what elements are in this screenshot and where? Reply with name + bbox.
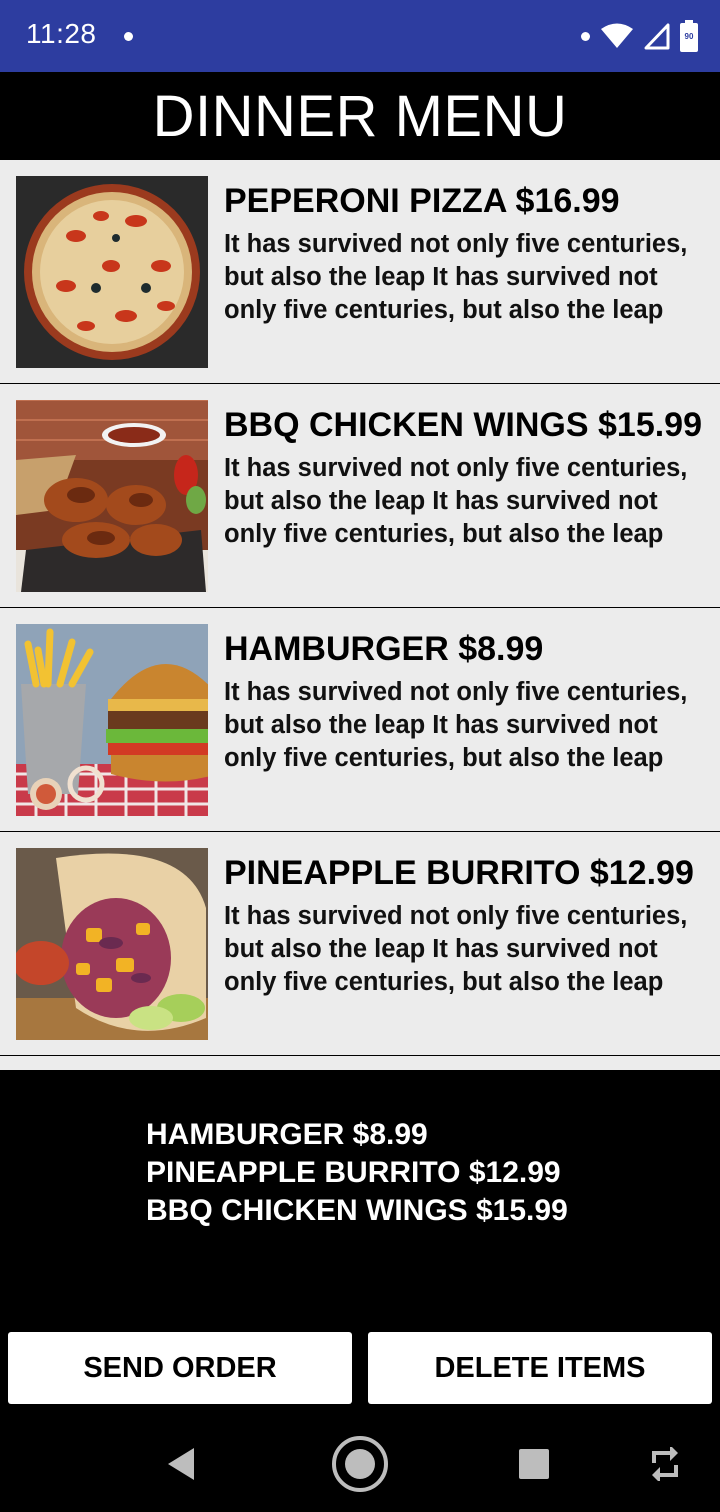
battery-icon: 90 [680,20,698,52]
menu-item-title: PINEAPPLE BURRITO $12.99 [224,854,694,892]
menu-item-description: It has survived not only five centuries,… [224,454,688,548]
delete-items-button[interactable]: DELETE ITEMS [368,1332,712,1404]
menu-list[interactable]: PEPERONI PIZZA $16.99 It has survived no… [0,160,720,1070]
menu-item-description: It has survived not only five centuries,… [224,678,688,772]
pepperoni-pizza-photo [16,176,208,368]
hamburger-photo [16,624,208,816]
wifi-icon [601,23,633,48]
order-line: BBQ CHICKEN WINGS $15.99 [146,1194,568,1227]
home-icon [332,1436,388,1492]
menu-item-hamburger[interactable]: HAMBURGER $8.99 It has survived not only… [0,608,720,832]
menu-item-description: It has survived not only five centuries,… [224,230,688,324]
recents-icon [519,1449,549,1479]
back-icon [168,1448,194,1480]
status-time: 11:28 [26,18,97,49]
home-button[interactable] [328,1432,392,1496]
battery-level: 90 [684,32,694,41]
rotate-icon [652,1447,678,1481]
status-dot-icon [581,31,590,41]
menu-item-burrito[interactable]: PINEAPPLE BURRITO $12.99 It has survived… [0,832,720,1056]
page-title: DINNER MENU [152,83,568,149]
notification-dot-icon [124,32,133,41]
menu-item-description: It has survived not only five centuries,… [224,902,688,996]
signal-icon [644,23,670,50]
back-button[interactable] [150,1432,214,1496]
menu-item-title: BBQ CHICKEN WINGS $15.99 [224,406,702,444]
order-list: HAMBURGER $8.99 PINEAPPLE BURRITO $12.99… [146,1116,568,1230]
bbq-chicken-wings-photo [16,400,208,592]
app-header: DINNER MENU [0,72,720,160]
order-summary: HAMBURGER $8.99 PINEAPPLE BURRITO $12.99… [0,1070,720,1324]
send-order-button[interactable]: SEND ORDER [8,1332,352,1404]
menu-item-title: HAMBURGER $8.99 [224,630,544,668]
status-icons: 90 [581,18,698,54]
menu-item-title: PEPERONI PIZZA $16.99 [224,182,620,220]
menu-item-pizza[interactable]: PEPERONI PIZZA $16.99 It has survived no… [0,160,720,384]
rotate-button[interactable] [633,1432,697,1496]
recents-button[interactable] [502,1432,566,1496]
menu-item-wings[interactable]: BBQ CHICKEN WINGS $15.99 It has survived… [0,384,720,608]
system-nav-bar [0,1416,720,1512]
order-line: HAMBURGER $8.99 [146,1118,428,1151]
order-line: PINEAPPLE BURRITO $12.99 [146,1156,561,1189]
status-bar: 11:28 90 [0,0,720,72]
pineapple-burrito-photo [16,848,208,1040]
